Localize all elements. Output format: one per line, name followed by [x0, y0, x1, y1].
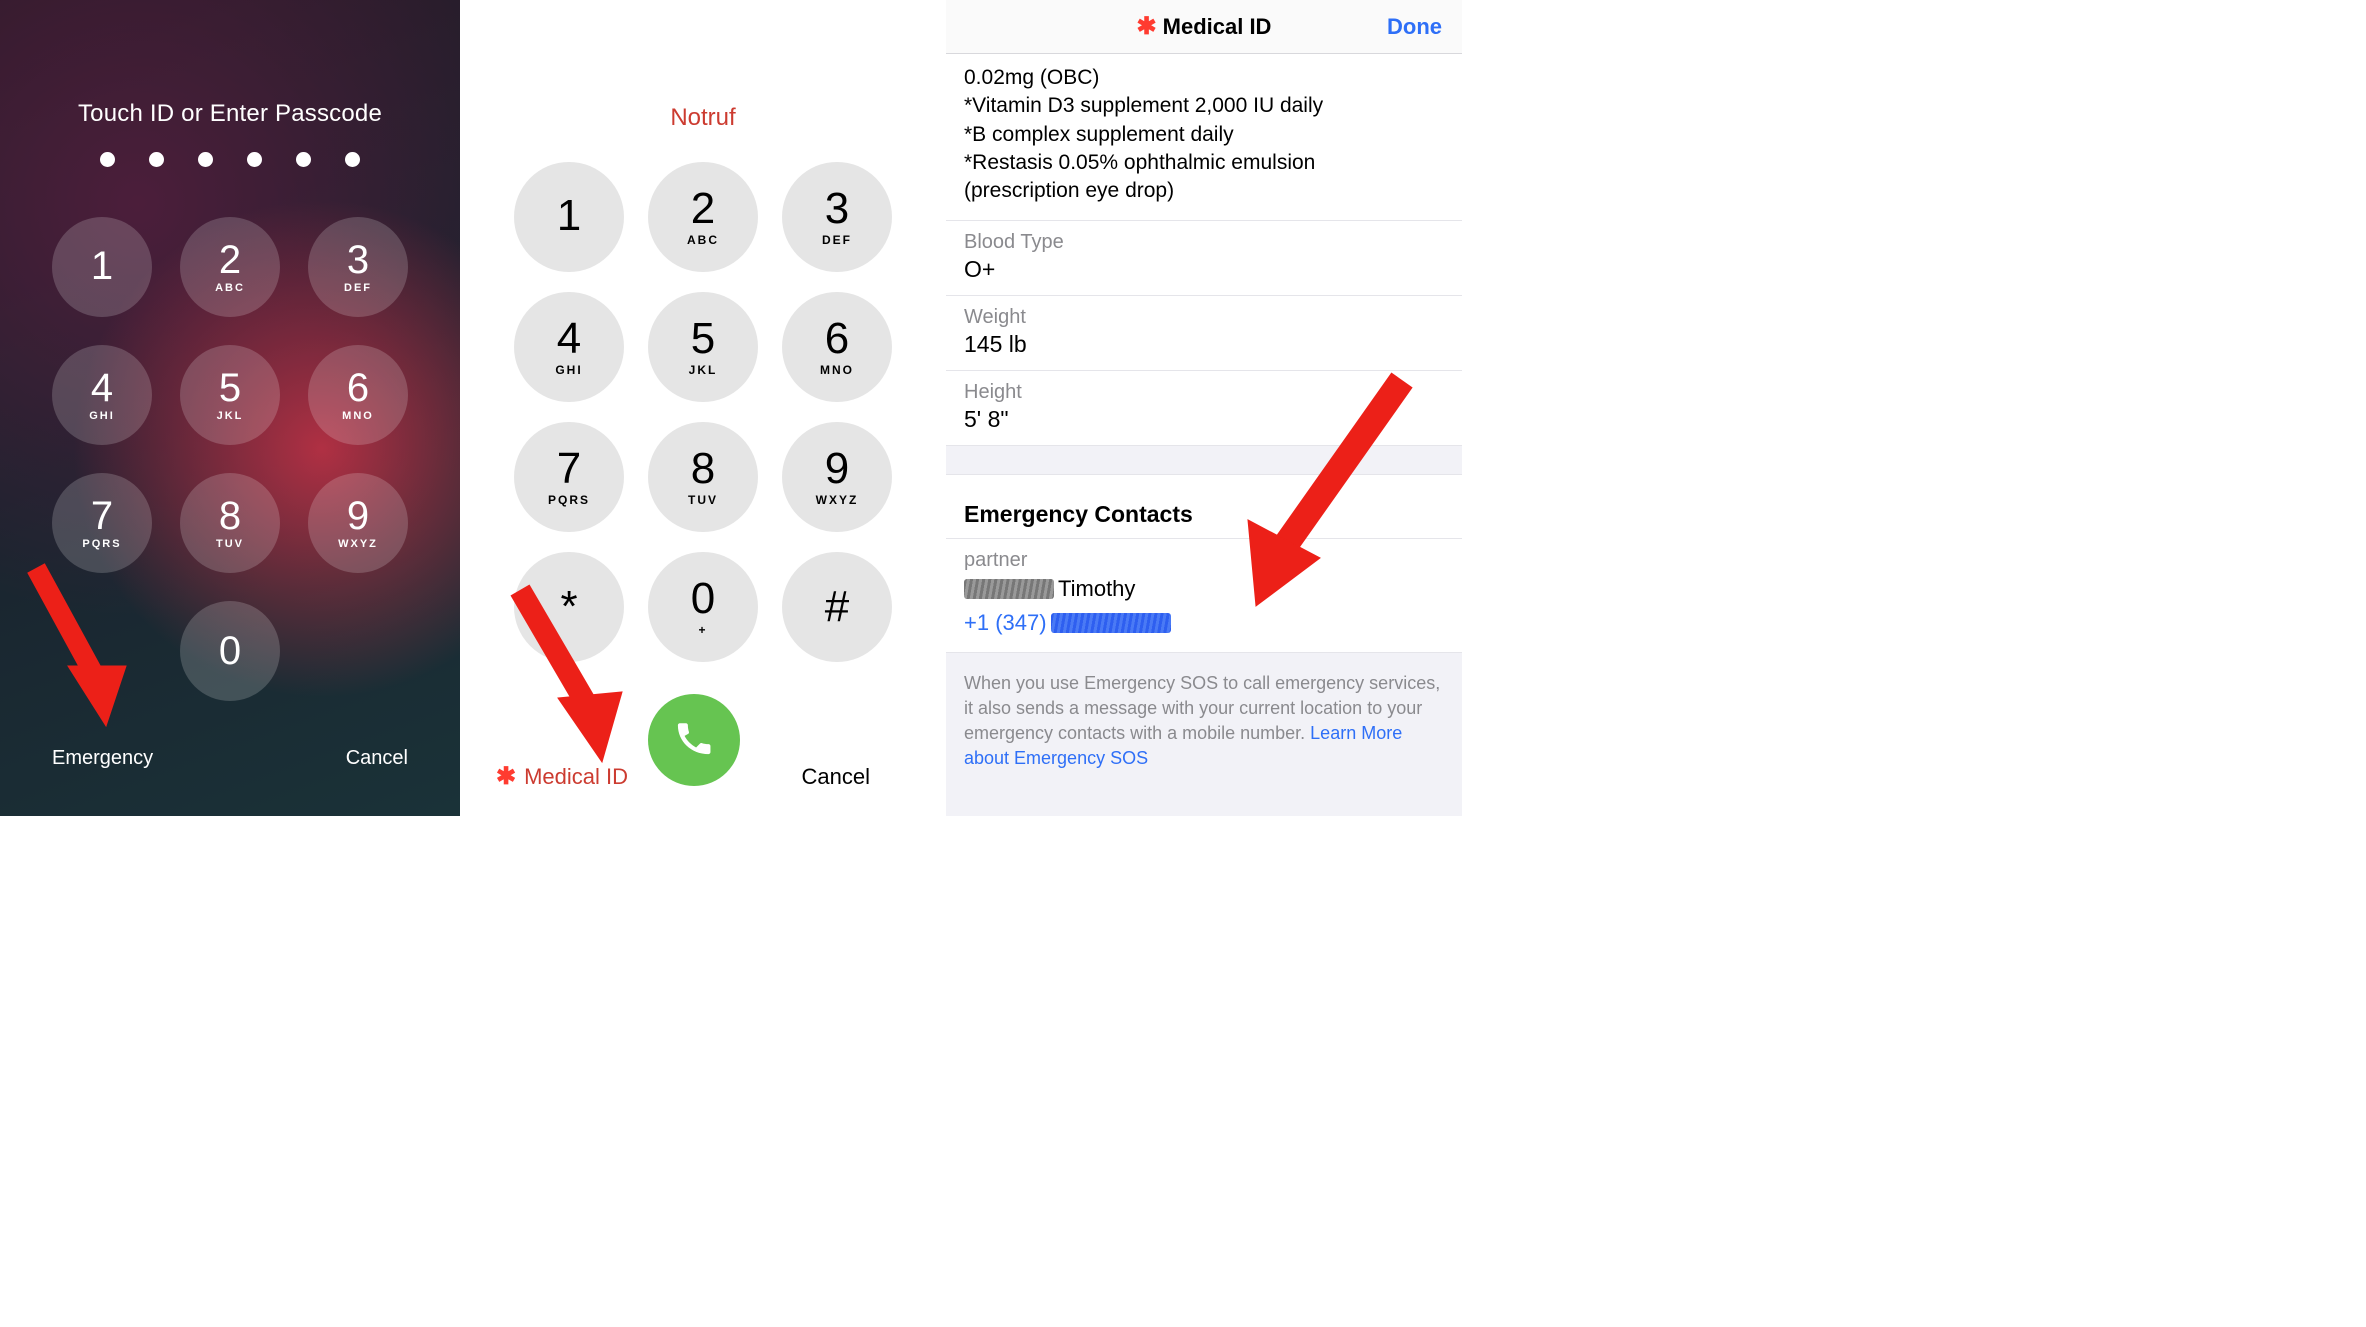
medical-notes: 0.02mg (OBC) *Vitamin D3 supplement 2,00…: [946, 54, 1462, 221]
keypad-key-7[interactable]: 7PQRS: [52, 473, 152, 573]
dial-key-3[interactable]: 3DEF: [782, 162, 892, 272]
dial-key-star[interactable]: *: [514, 552, 624, 662]
dial-key-9[interactable]: 9WXYZ: [782, 422, 892, 532]
lockscreen-keypad: 1 2ABC 3DEF 4GHI 5JKL 6MNO 7PQRS 8TUV 9W…: [52, 217, 408, 701]
keypad-key-2[interactable]: 2ABC: [180, 217, 280, 317]
contact-relation: partner: [964, 549, 1444, 572]
keypad-key-8[interactable]: 8TUV: [180, 473, 280, 573]
asterisk-icon: ✱: [496, 765, 516, 789]
emergency-contacts-header: Emergency Contacts: [946, 474, 1462, 539]
asterisk-icon: ✱: [1137, 15, 1157, 39]
keypad-key-9[interactable]: 9WXYZ: [308, 473, 408, 573]
emergency-dialpad-panel: Notruf 1 2ABC 3DEF 4GHI 5JKL 6MNO 7PQRS …: [460, 0, 946, 816]
emergency-button[interactable]: Emergency: [52, 747, 153, 770]
dial-key-4[interactable]: 4GHI: [514, 292, 624, 402]
cancel-button[interactable]: Cancel: [802, 764, 870, 790]
sos-info-text: When you use Emergency SOS to call emerg…: [946, 653, 1462, 802]
keypad-key-4[interactable]: 4GHI: [52, 345, 152, 445]
dial-key-hash[interactable]: #: [782, 552, 892, 662]
phone-icon: [673, 717, 715, 764]
done-button[interactable]: Done: [1387, 14, 1442, 40]
lockscreen-footer: Emergency Cancel: [0, 747, 460, 770]
dial-key-1[interactable]: 1: [514, 162, 624, 272]
emergency-contact-row[interactable]: partner Timothy +1 (347): [946, 539, 1462, 653]
medical-id-body[interactable]: 0.02mg (OBC) *Vitamin D3 supplement 2,00…: [946, 54, 1462, 816]
lockscreen-panel: Touch ID or Enter Passcode 1 2ABC 3DEF 4…: [0, 0, 460, 816]
keypad-key-3[interactable]: 3DEF: [308, 217, 408, 317]
blood-type-value: O+: [964, 256, 1444, 283]
dial-key-8[interactable]: 8TUV: [648, 422, 758, 532]
passcode-dot: [198, 152, 213, 167]
passcode-dot: [247, 152, 262, 167]
medical-id-button[interactable]: ✱ Medical ID: [496, 764, 628, 790]
keypad-key-6[interactable]: 6MNO: [308, 345, 408, 445]
dial-key-6[interactable]: 6MNO: [782, 292, 892, 402]
redacted-phone-icon: [1051, 613, 1171, 633]
page-title: ✱ Medical ID: [1137, 14, 1272, 40]
cancel-button[interactable]: Cancel: [346, 747, 408, 770]
medical-id-label: Medical ID: [524, 764, 628, 790]
dialpad-keypad: 1 2ABC 3DEF 4GHI 5JKL 6MNO 7PQRS 8TUV 9W…: [514, 162, 892, 792]
blood-type-row: Blood Type O+: [946, 221, 1462, 296]
dial-key-7[interactable]: 7PQRS: [514, 422, 624, 532]
passcode-dot: [149, 152, 164, 167]
emergency-call-title: Notruf: [670, 104, 735, 132]
weight-value: 145 lb: [964, 331, 1444, 358]
section-gap: [946, 446, 1462, 474]
blood-type-label: Blood Type: [964, 231, 1444, 254]
dialpad-footer: ✱ Medical ID Cancel: [460, 764, 946, 790]
passcode-dot: [345, 152, 360, 167]
passcode-dots: [100, 152, 360, 167]
height-row: Height 5' 8": [946, 371, 1462, 446]
medical-id-header: ✱ Medical ID Done: [946, 0, 1462, 54]
keypad-key-1[interactable]: 1: [52, 217, 152, 317]
passcode-dot: [296, 152, 311, 167]
height-label: Height: [964, 381, 1444, 404]
contact-name: Timothy: [964, 576, 1444, 602]
keypad-key-5[interactable]: 5JKL: [180, 345, 280, 445]
keypad-key-0[interactable]: 0: [180, 601, 280, 701]
height-value: 5' 8": [964, 406, 1444, 433]
weight-label: Weight: [964, 306, 1444, 329]
weight-row: Weight 145 lb: [946, 296, 1462, 371]
redacted-name-icon: [964, 579, 1054, 599]
dial-key-5[interactable]: 5JKL: [648, 292, 758, 402]
dial-key-0[interactable]: 0+: [648, 552, 758, 662]
passcode-dot: [100, 152, 115, 167]
dial-key-2[interactable]: 2ABC: [648, 162, 758, 272]
medical-id-panel: ✱ Medical ID Done 0.02mg (OBC) *Vitamin …: [946, 0, 1462, 816]
passcode-prompt: Touch ID or Enter Passcode: [78, 100, 382, 128]
contact-phone[interactable]: +1 (347): [964, 610, 1444, 636]
